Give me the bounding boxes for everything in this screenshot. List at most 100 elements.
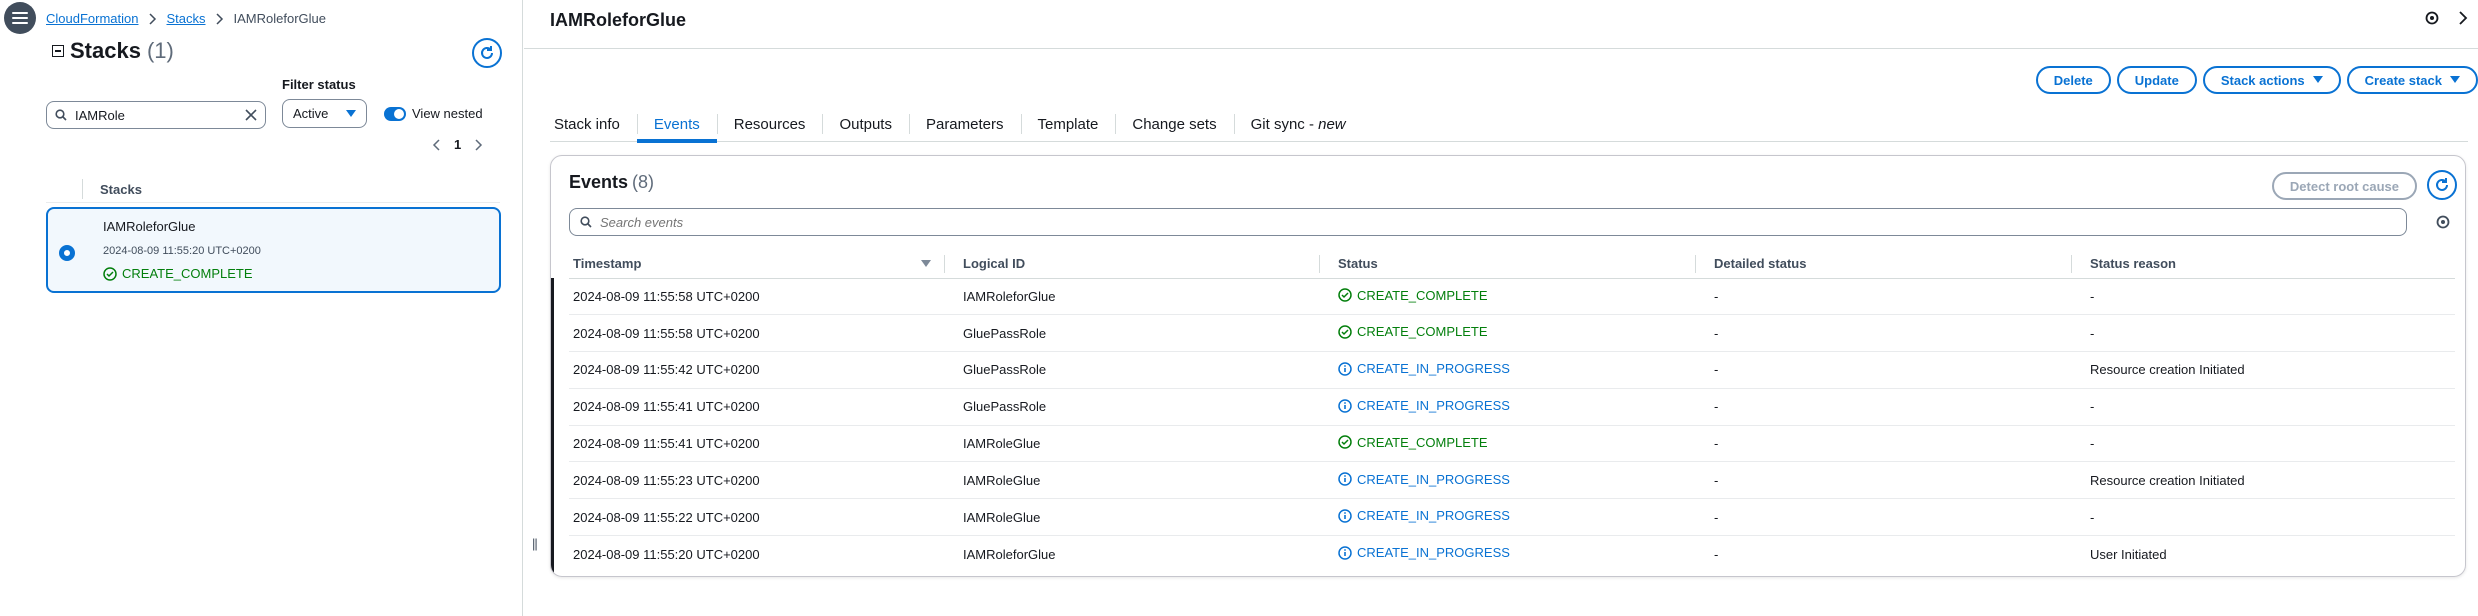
table-row[interactable]: 2024-08-09 11:55:58 UTC+0200 GluePassRole… xyxy=(569,314,2455,353)
menu-icon[interactable] xyxy=(4,2,36,34)
col-status[interactable]: Status xyxy=(1320,250,1696,279)
tab-outputs[interactable]: Outputs xyxy=(822,106,909,142)
collapse-icon[interactable] xyxy=(52,45,64,57)
chevron-right-icon xyxy=(215,12,224,25)
page-title: IAMRoleforGlue xyxy=(550,10,687,30)
cell-status-reason: - xyxy=(2072,388,2455,426)
toggle-switch[interactable] xyxy=(384,106,406,121)
stack-time: 2024-08-09 11:55:20 UTC+0200 xyxy=(103,245,261,257)
chevron-left-icon[interactable] xyxy=(432,138,440,151)
search-icon xyxy=(55,109,67,121)
filter-status-value: Active xyxy=(293,106,329,121)
stack-actions-button[interactable]: Stack actions xyxy=(2202,66,2341,94)
cell-detailed-status: - xyxy=(1696,351,2072,389)
chevron-right-icon xyxy=(148,12,157,25)
stacks-panel: CloudFormation Stacks IAMRoleforGlue Sta… xyxy=(0,0,523,616)
settings-icon[interactable] xyxy=(2424,10,2440,26)
cell-status: CREATE_COMPLETE xyxy=(1320,314,1696,353)
events-container: Events(8) Detect root cause Timestamp Lo… xyxy=(550,155,2466,577)
sort-down-icon xyxy=(921,260,931,267)
stack-name: IAMRoleforGlue xyxy=(103,219,196,234)
create-stack-button[interactable]: Create stack xyxy=(2346,66,2478,94)
cell-logical-id: IAMRoleforGlue xyxy=(945,278,1320,316)
page-number[interactable]: 1 xyxy=(454,137,461,152)
clear-icon[interactable] xyxy=(245,109,257,121)
stacks-list-header: Stacks xyxy=(46,178,500,200)
cell-timestamp: 2024-08-09 11:55:41 UTC+0200 xyxy=(569,388,945,426)
chevron-right-icon[interactable] xyxy=(2458,10,2468,26)
col-timestamp[interactable]: Timestamp xyxy=(569,250,945,279)
table-row[interactable]: 2024-08-09 11:55:41 UTC+0200 GluePassRole… xyxy=(569,388,2455,426)
cell-status: CREATE_COMPLETE xyxy=(1320,278,1696,316)
events-search-field[interactable] xyxy=(600,214,2235,230)
cell-status-reason: - xyxy=(2072,498,2455,537)
tab-change-sets[interactable]: Change sets xyxy=(1115,106,1233,142)
breadcrumb-cloudformation[interactable]: CloudFormation xyxy=(46,11,139,26)
status-text: CREATE_IN_PROGRESS xyxy=(1357,545,1510,561)
cell-status: CREATE_IN_PROGRESS xyxy=(1320,388,1696,426)
events-table-body: 2024-08-09 11:55:58 UTC+0200 IAMRoleforGl… xyxy=(569,278,2455,572)
view-nested-toggle[interactable]: View nested xyxy=(384,106,483,121)
cell-status-reason: Resource creation Initiated xyxy=(2072,351,2455,389)
cell-status: CREATE_IN_PROGRESS xyxy=(1320,498,1696,537)
cell-timestamp: 2024-08-09 11:55:58 UTC+0200 xyxy=(569,314,945,353)
events-title: Events xyxy=(569,172,629,192)
events-table: Timestamp Logical ID Status Detailed sta… xyxy=(569,250,2455,572)
status-text: CREATE_COMPLETE xyxy=(1357,434,1488,450)
table-row[interactable]: 2024-08-09 11:55:23 UTC+0200 IAMRoleGlue C… xyxy=(569,461,2455,500)
stack-search-input[interactable]: IAMRole xyxy=(46,101,266,129)
stacks-column-header: Stacks xyxy=(100,181,142,197)
status-text: CREATE_IN_PROGRESS xyxy=(1357,471,1510,487)
git-sync-new-badge: new xyxy=(1318,115,1346,133)
status-text: CREATE_IN_PROGRESS xyxy=(1357,398,1510,414)
chevron-right-icon[interactable] xyxy=(475,138,483,151)
table-row[interactable]: 2024-08-09 11:55:22 UTC+0200 IAMRoleGlue C… xyxy=(569,498,2455,537)
col-detailed-status[interactable]: Detailed status xyxy=(1696,250,2072,279)
detect-root-cause-button[interactable]: Detect root cause xyxy=(2271,172,2417,200)
cell-logical-id: IAMRoleGlue xyxy=(945,461,1320,500)
cell-detailed-status: - xyxy=(1696,461,2072,500)
create-stack-label: Create stack xyxy=(2364,72,2442,88)
row-indicator xyxy=(551,278,554,576)
resize-handle-icon[interactable]: || xyxy=(532,536,538,551)
tab-stack-info[interactable]: Stack info xyxy=(550,106,637,142)
breadcrumb-current: IAMRoleforGlue xyxy=(233,11,326,26)
cell-logical-id: GluePassRole xyxy=(945,388,1320,426)
cell-timestamp: 2024-08-09 11:55:23 UTC+0200 xyxy=(569,461,945,500)
table-header-row: Timestamp Logical ID Status Detailed sta… xyxy=(569,250,2455,279)
stacks-count: (1) xyxy=(146,38,174,63)
filter-status-select[interactable]: Active xyxy=(282,99,367,128)
tab-parameters[interactable]: Parameters xyxy=(908,106,1021,142)
stack-detail: IAMRoleforGlue || Delete Update Stack ac… xyxy=(524,0,2478,616)
delete-button[interactable]: Delete xyxy=(2035,66,2111,94)
cell-detailed-status: - xyxy=(1696,498,2072,537)
info-icon xyxy=(1338,509,1352,523)
success-icon xyxy=(1338,288,1352,302)
cell-status-reason: User Initiated xyxy=(2090,546,2167,562)
stack-list-item[interactable]: IAMRoleforGlue 2024-08-09 11:55:20 UTC+0… xyxy=(46,207,501,293)
info-icon xyxy=(1338,472,1352,486)
table-row[interactable]: 2024-08-09 11:55:42 UTC+0200 GluePassRole… xyxy=(569,351,2455,389)
cell-timestamp: 2024-08-09 11:55:41 UTC+0200 xyxy=(569,425,945,463)
col-logical-id[interactable]: Logical ID xyxy=(945,250,1320,279)
tab-resources[interactable]: Resources xyxy=(716,106,823,142)
cell-detailed-status: - xyxy=(1696,278,2072,316)
tab-template[interactable]: Template xyxy=(1020,106,1116,142)
table-row[interactable]: 2024-08-09 11:55:20 UTC+0200 IAMRoleforGl… xyxy=(569,536,2455,573)
breadcrumb-stacks[interactable]: Stacks xyxy=(167,11,206,26)
refresh-icon xyxy=(2436,178,2448,191)
tab-git-sync[interactable]: Git sync - new xyxy=(1233,106,1363,142)
events-count: (8) xyxy=(632,172,655,192)
refresh-events-button[interactable] xyxy=(2427,170,2457,200)
table-row[interactable]: 2024-08-09 11:55:58 UTC+0200 IAMRoleforGl… xyxy=(569,278,2455,316)
update-button[interactable]: Update xyxy=(2116,66,2197,94)
tab-events[interactable]: Events xyxy=(636,106,717,143)
table-preferences-icon[interactable] xyxy=(2435,214,2451,233)
stack-status-text: CREATE_COMPLETE xyxy=(122,266,253,281)
stack-radio[interactable] xyxy=(59,245,75,261)
refresh-stacks-button[interactable] xyxy=(472,38,502,68)
table-row[interactable]: 2024-08-09 11:55:41 UTC+0200 IAMRoleGlue C… xyxy=(569,425,2455,463)
col-status-reason[interactable]: Status reason xyxy=(2072,250,2455,279)
events-search-input[interactable] xyxy=(569,208,2407,236)
cell-status-reason: Resource creation Initiated xyxy=(2072,461,2455,500)
